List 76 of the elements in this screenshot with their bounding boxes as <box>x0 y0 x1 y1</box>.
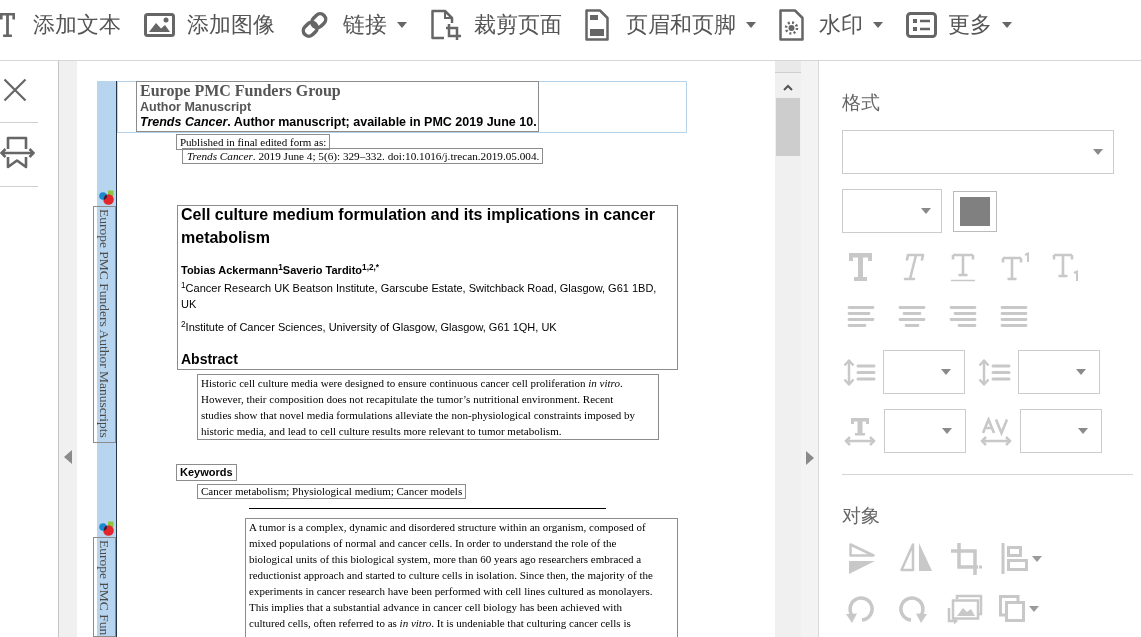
replace-image-icon <box>947 594 983 625</box>
add-text-button[interactable]: 添加文本 <box>0 9 121 41</box>
caret-icon <box>1029 606 1039 612</box>
abstract-paragraph: Historic cell culture media were designed to ensure continuous cancer cell proliferation in vitro. However, their composition does not recapitulate the tumor’s nutritional environment. Recent studies show that novel media formulations alleviate the non-physiological constraints imposed by historic media, and lead to cell culture results more relevant to tumor metabolism. <box>197 374 659 440</box>
page-icon <box>585 9 609 41</box>
stack-icon <box>998 594 1026 624</box>
affiliation: $^{2}$Institute of Cancer Sciences, University of Glasgow, Glasgow, G61 1QH, UK <box>181 319 558 335</box>
funder-group-title: Europe PMC Funders Group <box>140 82 341 99</box>
availability-note: Trends Cancer. Author manuscript; available in PMC 2019 June 10. <box>140 115 537 130</box>
logo-icon <box>99 521 114 537</box>
section-title: 格式 <box>842 91 880 115</box>
justify-icon <box>1000 305 1028 328</box>
caret-right-icon[interactable] <box>805 451 814 465</box>
align-right-icon <box>949 305 977 328</box>
font-size-dropdown[interactable] <box>842 189 942 233</box>
image-icon <box>144 13 175 37</box>
caret-icon <box>1002 22 1012 28</box>
caret-icon <box>873 22 883 28</box>
text-icon <box>0 12 15 38</box>
scrollbar-thumb[interactable] <box>776 98 800 156</box>
link-button[interactable]: 链接 <box>298 9 407 41</box>
logo-icon <box>99 190 114 205</box>
published-note: Published in final edited form as: <box>176 134 331 150</box>
bold-icon <box>848 252 873 282</box>
close-icon <box>3 78 27 102</box>
align-objects-icon <box>1001 542 1029 575</box>
bookmark-icon <box>0 135 35 170</box>
caret-left-icon[interactable] <box>64 450 72 464</box>
more-button[interactable]: 更多 <box>906 9 1012 41</box>
rotate-left-icon <box>845 594 877 624</box>
caret-icon <box>397 22 407 28</box>
subscript-icon <box>1052 252 1080 282</box>
align-left-icon <box>847 305 875 328</box>
crop-page-button[interactable]: 裁剪页面 <box>430 9 562 41</box>
body-paragraph: A tumor is a complex, dynamic and disordered structure within an organism, composed of mixed populations of normal and cancer cells. In order to understand the role of the biological units of this biological system, more than 60 years ago researchers embraced a reductionist approach and started to culture cells in isolation. Since then, the majority of the experiments in cancer research have been performed with cell lines cultured as monolayers. This implies that a substantial advance in cancer cell biology has been achieved with cultured cells, often referred to as in vitro. It is undeniable that culturing cancer cells is <box>245 518 678 637</box>
watermark-button[interactable]: 水印 <box>779 9 883 41</box>
line-spacing-dropdown[interactable] <box>883 350 965 394</box>
superscript-icon <box>1001 252 1031 282</box>
keywords-list: Cancer metabolism; Physiological medium; Cancer models <box>197 484 467 499</box>
add-image-button[interactable]: 添加图像 <box>144 9 275 41</box>
flip-vertical-icon <box>848 542 876 575</box>
caret-icon <box>1078 428 1088 434</box>
chevron-up-icon[interactable] <box>783 84 793 91</box>
caret-icon <box>746 22 756 28</box>
manuscript-label: Author Manuscript <box>140 100 252 115</box>
side-label: Europe PMC Fun <box>93 537 116 637</box>
caret-icon <box>1076 369 1086 375</box>
page-gear-icon <box>779 9 804 41</box>
side-label: Europe PMC Funders Author Manuscripts <box>93 206 116 444</box>
align-center-icon <box>898 305 926 328</box>
crop-icon <box>950 542 983 576</box>
rotate-right-icon <box>896 594 928 624</box>
letter-spacing-dropdown[interactable] <box>1020 409 1102 453</box>
author-list: Tobias Ackermann$^{1}$Saverio Tardito$^{1,2,*}$ <box>181 263 380 277</box>
affiliation: $^{1}$Cancer Research UK Beatson Institute, Garscube Estate, Switchback Road, Glasgow, G61 1BD, UK <box>181 280 658 312</box>
section-heading: Abstract <box>181 350 238 368</box>
close-button[interactable] <box>3 78 27 102</box>
underline-icon <box>950 252 976 282</box>
citation: Trends Cancer. 2019 June 4; 5(6): 329–332. doi:10.1016/j.trecan.2019.05.004. <box>182 148 544 164</box>
section-title: 对象 <box>842 504 880 528</box>
crop-page-icon <box>430 9 462 41</box>
text-scale-dropdown[interactable] <box>884 409 966 453</box>
flip-horizontal-icon <box>899 542 933 572</box>
caret-icon <box>921 208 931 214</box>
bookmark-button[interactable] <box>0 135 35 170</box>
caret-icon <box>941 369 951 375</box>
keywords-heading: Keywords <box>176 464 237 481</box>
header-footer-button[interactable]: 页眉和页脚 <box>585 9 756 41</box>
caret-icon <box>1093 149 1103 155</box>
list-icon <box>906 12 937 38</box>
article-title: Cell culture medium formulation and its implications in cancer metabolism <box>181 205 656 248</box>
caret-icon <box>942 428 952 434</box>
swatch-button[interactable] <box>953 190 997 232</box>
paragraph-spacing-dropdown[interactable] <box>1018 350 1100 394</box>
style-dropdown[interactable] <box>842 130 1114 174</box>
caret-icon <box>1032 555 1042 562</box>
